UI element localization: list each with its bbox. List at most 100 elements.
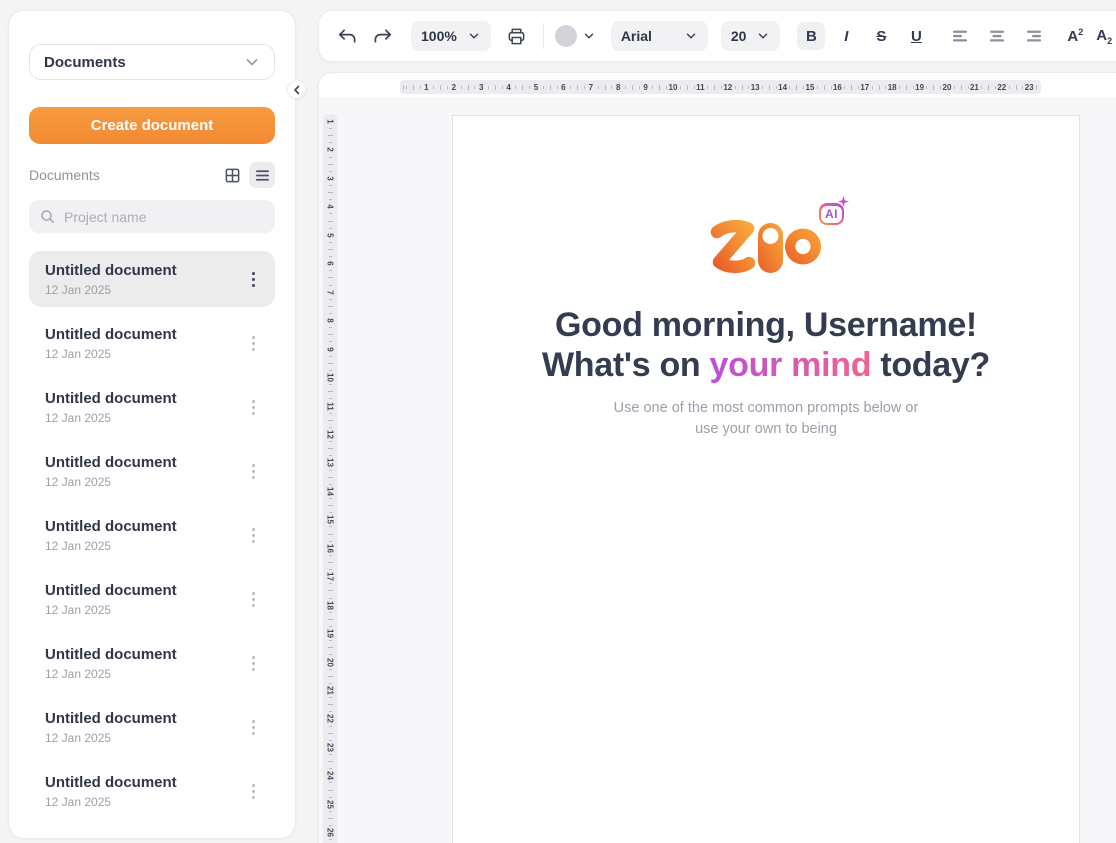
ruler-number: 11 xyxy=(326,399,335,413)
document-title: Untitled document xyxy=(45,518,177,535)
document-list-item[interactable]: Untitled document12 Jan 2025 xyxy=(29,571,275,627)
document-title: Untitled document xyxy=(45,454,177,471)
ruler-number: 21 xyxy=(970,83,979,92)
ruler-number: 24 xyxy=(326,769,335,783)
zoom-select[interactable]: 100% xyxy=(411,21,491,51)
list-view-icon[interactable] xyxy=(249,162,275,188)
ruler-number: 9 xyxy=(643,83,647,92)
document-date: 12 Jan 2025 xyxy=(45,283,177,297)
ruler-number: 3 xyxy=(326,171,335,185)
subscript-button[interactable]: A2 xyxy=(1093,27,1115,46)
ruler-number: 16 xyxy=(833,83,842,92)
ruler-number: 23 xyxy=(326,740,335,754)
italic-button[interactable]: I xyxy=(832,22,860,50)
ruler-number: 22 xyxy=(326,712,335,726)
ruler-number: 8 xyxy=(326,314,335,328)
document-list-item[interactable]: Untitled document 12 Jan 2025 xyxy=(29,507,275,563)
kebab-menu-icon[interactable] xyxy=(246,524,261,547)
underline-button[interactable]: U xyxy=(902,22,930,50)
document-date: 12 Jan 2025 xyxy=(45,731,177,745)
font-size-value: 20 xyxy=(731,28,747,44)
ruler-number: 1 xyxy=(326,115,335,129)
undo-button[interactable] xyxy=(331,21,361,51)
kebab-menu-icon[interactable] xyxy=(246,780,261,803)
ruler-number: 11 xyxy=(696,83,704,92)
vertical-ruler: 1234567891011121314151617181920212223242… xyxy=(323,114,337,843)
document-list: Untitled document 12 Jan 2025 Untitled doc… xyxy=(29,251,275,819)
bold-button[interactable]: B xyxy=(797,22,825,50)
document-list-item[interactable]: Untitled document 12 Jan 2025 xyxy=(29,699,275,755)
document-date: 12 Jan 2025 xyxy=(45,795,177,809)
chevron-down-icon xyxy=(582,29,596,43)
ruler-number: 20 xyxy=(943,83,952,92)
kebab-menu-icon[interactable] xyxy=(246,268,261,291)
ruler-number: 8 xyxy=(616,83,620,92)
ruler-number: 23 xyxy=(1025,83,1034,92)
ruler-number: 6 xyxy=(561,83,565,92)
documents-section-label: Documents xyxy=(29,167,100,183)
ruler-number: 16 xyxy=(326,541,335,555)
ruler-number: 2 xyxy=(326,143,335,157)
search-icon xyxy=(39,208,56,225)
highlighted-phrase: your mind xyxy=(710,346,872,384)
grid-view-icon[interactable] xyxy=(219,162,245,188)
document-page[interactable]: AI Good morning, Username! What's on you… xyxy=(452,115,1080,843)
create-document-button[interactable]: Create document xyxy=(29,107,275,144)
kebab-menu-icon[interactable] xyxy=(246,396,261,419)
font-size-select[interactable]: 20 xyxy=(721,21,781,51)
document-date: 12 Jan 2025 xyxy=(45,603,177,617)
search-input[interactable] xyxy=(64,209,265,225)
superscript-button[interactable]: A2 xyxy=(1064,27,1086,45)
greeting-heading: Good morning, Username! What's on your m… xyxy=(453,305,1079,385)
sidebar-collapse-button[interactable] xyxy=(287,80,306,99)
align-right-button[interactable] xyxy=(1019,21,1049,51)
ruler-number: 4 xyxy=(326,200,335,214)
strikethrough-button[interactable]: S xyxy=(867,22,895,50)
ruler-number: 22 xyxy=(997,83,1006,92)
logo-block: AI xyxy=(706,220,826,274)
workspace-selector-value: Documents xyxy=(44,54,126,71)
document-list-item[interactable]: Untitled document12 Jan 2025 xyxy=(29,635,275,691)
ruler-number: 21 xyxy=(326,684,335,698)
sidebar: Documents Create document Documents Unti… xyxy=(8,10,296,839)
kebab-menu-icon[interactable] xyxy=(246,332,261,355)
documents-section-header: Documents xyxy=(29,162,275,188)
redo-button[interactable] xyxy=(368,21,398,51)
search-box[interactable] xyxy=(29,200,275,233)
ruler-number: 18 xyxy=(326,598,335,612)
greeting-line1: Good morning, Username! xyxy=(453,305,1079,345)
align-center-button[interactable] xyxy=(982,21,1012,51)
toolbar-divider xyxy=(543,23,544,49)
document-title: Untitled document xyxy=(45,710,177,727)
print-button[interactable] xyxy=(502,21,532,51)
ruler-number: 19 xyxy=(326,627,335,641)
text-color-picker[interactable] xyxy=(555,25,596,47)
kebab-menu-icon[interactable] xyxy=(246,716,261,739)
document-list-item[interactable]: Untitled document12 Jan 2025 xyxy=(29,763,275,819)
workspace-selector-dropdown[interactable]: Documents xyxy=(29,44,275,80)
kebab-menu-icon[interactable] xyxy=(246,460,261,483)
ai-badge-label: AI xyxy=(821,206,842,223)
kebab-menu-icon[interactable] xyxy=(246,588,261,611)
document-date: 12 Jan 2025 xyxy=(45,539,177,553)
editor-canvas: 1234567891011121314151617181920212223 12… xyxy=(318,72,1116,843)
ruler-number: 15 xyxy=(806,83,815,92)
align-left-button[interactable] xyxy=(945,21,975,51)
ruler-number: 12 xyxy=(326,427,335,441)
greeting-line2: What's on your mind today? xyxy=(453,345,1079,385)
document-date: 12 Jan 2025 xyxy=(45,411,177,425)
chevron-down-icon xyxy=(684,29,698,43)
color-swatch-icon xyxy=(555,25,577,47)
document-list-item[interactable]: Untitled document12 Jan 2025 xyxy=(29,251,275,307)
document-list-item[interactable]: Untitled document12 Jan 2025 xyxy=(29,443,275,499)
ruler-number: 12 xyxy=(723,83,732,92)
document-title: Untitled document xyxy=(45,390,177,407)
ruler-number: 10 xyxy=(669,83,678,92)
document-list-item[interactable]: Untitled document 12 Jan 2025 xyxy=(29,379,275,435)
ruler-number: 4 xyxy=(506,83,510,92)
font-family-select[interactable]: Arial xyxy=(611,21,708,51)
document-title: Untitled document xyxy=(45,326,177,343)
kebab-menu-icon[interactable] xyxy=(246,652,261,675)
ruler-number: 3 xyxy=(479,83,483,92)
document-list-item[interactable]: Untitled document12 Jan 2025 xyxy=(29,315,275,371)
